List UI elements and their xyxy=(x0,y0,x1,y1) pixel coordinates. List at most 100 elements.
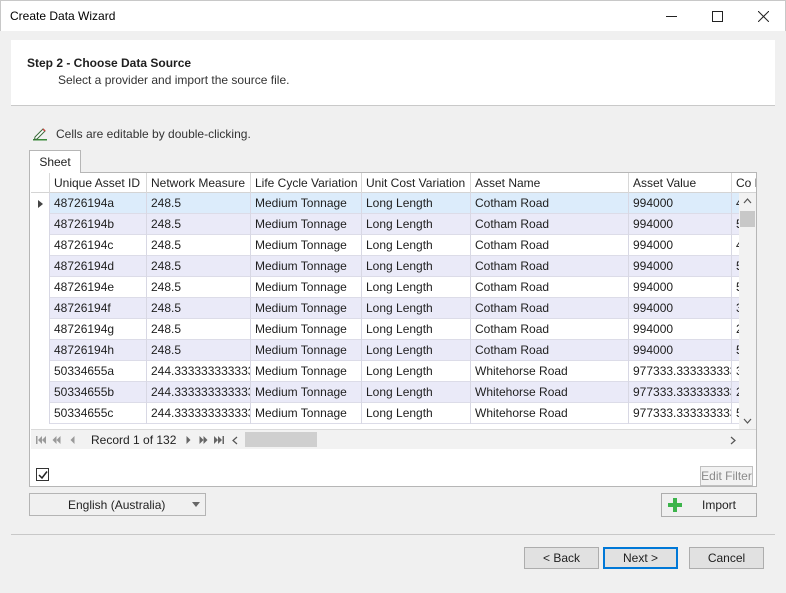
table-row[interactable]: 48726194a 248.5 Medium Tonnage Long Length C… xyxy=(31,193,739,214)
table-cell[interactable]: 248.5 xyxy=(147,340,251,361)
table-cell[interactable]: 994000 xyxy=(629,235,732,256)
close-button[interactable] xyxy=(740,1,786,31)
table-cell[interactable]: 994000 xyxy=(629,298,732,319)
horizontal-scrollbar-thumb[interactable] xyxy=(245,432,317,447)
table-cell[interactable]: 994000 xyxy=(629,340,732,361)
edit-filter-button[interactable]: Edit Filter xyxy=(700,466,753,486)
table-row[interactable]: 48726194c 248.5 Medium Tonnage Long Length C… xyxy=(31,235,739,256)
row-indicator[interactable] xyxy=(31,277,50,298)
table-cell[interactable]: 5 xyxy=(732,340,739,361)
table-cell[interactable]: Medium Tonnage xyxy=(251,382,362,403)
table-cell[interactable]: Cotham Road xyxy=(471,277,629,298)
vertical-scrollbar[interactable] xyxy=(739,193,756,429)
column-header[interactable]: Asset Name xyxy=(471,173,629,193)
table-cell[interactable]: Whitehorse Road xyxy=(471,403,629,424)
table-cell[interactable]: Long Length xyxy=(362,277,471,298)
table-row[interactable]: 50334655a 244.333333333333 Medium Tonnage L… xyxy=(31,361,739,382)
table-cell[interactable]: 5 xyxy=(732,256,739,277)
table-cell[interactable]: 3 xyxy=(732,298,739,319)
scroll-up-icon[interactable] xyxy=(739,193,756,209)
table-cell[interactable]: 248.5 xyxy=(147,214,251,235)
scroll-right-icon[interactable] xyxy=(725,431,741,449)
table-cell[interactable]: Long Length xyxy=(362,193,471,214)
table-cell[interactable]: 48726194d xyxy=(50,256,147,277)
table-cell[interactable]: 48726194f xyxy=(50,298,147,319)
table-cell[interactable]: 248.5 xyxy=(147,298,251,319)
scrollbar-thumb[interactable] xyxy=(740,211,755,227)
row-indicator[interactable] xyxy=(31,298,50,319)
table-cell[interactable]: 2 xyxy=(732,319,739,340)
table-cell[interactable]: Long Length xyxy=(362,403,471,424)
table-row[interactable]: 48726194b 248.5 Medium Tonnage Long Length C… xyxy=(31,214,739,235)
table-cell[interactable]: 977333.333333333 xyxy=(629,361,732,382)
table-cell[interactable]: 994000 xyxy=(629,256,732,277)
table-cell[interactable]: 50334655c xyxy=(50,403,147,424)
table-cell[interactable]: Medium Tonnage xyxy=(251,256,362,277)
table-cell[interactable]: Long Length xyxy=(362,256,471,277)
maximize-button[interactable] xyxy=(694,1,740,31)
last-record-icon[interactable] xyxy=(211,431,227,449)
row-indicator[interactable] xyxy=(31,235,50,256)
table-cell[interactable]: 48726194a xyxy=(50,193,147,214)
filter-checkbox[interactable] xyxy=(36,468,49,481)
column-header[interactable]: Asset Value xyxy=(629,173,732,193)
table-cell[interactable]: 994000 xyxy=(629,319,732,340)
next-page-icon[interactable] xyxy=(195,431,211,449)
table-cell[interactable]: Medium Tonnage xyxy=(251,319,362,340)
first-record-icon[interactable] xyxy=(33,431,49,449)
table-cell[interactable]: 994000 xyxy=(629,193,732,214)
table-cell[interactable]: 4 xyxy=(732,193,739,214)
column-header[interactable]: Co F xyxy=(732,173,756,193)
table-cell[interactable]: 248.5 xyxy=(147,256,251,277)
table-cell[interactable]: Medium Tonnage xyxy=(251,214,362,235)
table-row[interactable]: 48726194h 248.5 Medium Tonnage Long Length C… xyxy=(31,340,739,361)
table-cell[interactable]: Medium Tonnage xyxy=(251,193,362,214)
table-cell[interactable]: 48726194g xyxy=(50,319,147,340)
table-cell[interactable]: Long Length xyxy=(362,214,471,235)
table-cell[interactable]: Whitehorse Road xyxy=(471,361,629,382)
language-select[interactable]: English (Australia) xyxy=(29,493,206,516)
table-cell[interactable]: 977333.333333333 xyxy=(629,382,732,403)
row-indicator[interactable] xyxy=(31,214,50,235)
row-indicator[interactable] xyxy=(31,361,50,382)
column-header[interactable]: Network Measure xyxy=(147,173,251,193)
table-cell[interactable]: Cotham Road xyxy=(471,298,629,319)
table-row[interactable]: 48726194d 248.5 Medium Tonnage Long Length C… xyxy=(31,256,739,277)
table-cell[interactable]: Long Length xyxy=(362,361,471,382)
prev-page-icon[interactable] xyxy=(48,431,64,449)
table-cell[interactable]: Long Length xyxy=(362,319,471,340)
table-cell[interactable]: 248.5 xyxy=(147,193,251,214)
table-cell[interactable]: 977333.333333333 xyxy=(629,403,732,424)
table-cell[interactable]: Cotham Road xyxy=(471,256,629,277)
row-indicator[interactable] xyxy=(31,193,50,214)
table-cell[interactable]: 2 xyxy=(732,382,739,403)
table-cell[interactable]: 244.333333333333 xyxy=(147,403,251,424)
table-cell[interactable]: 5 xyxy=(732,277,739,298)
table-cell[interactable]: Cotham Road xyxy=(471,193,629,214)
column-header[interactable]: Life Cycle Variation xyxy=(251,173,362,193)
row-indicator[interactable] xyxy=(31,382,50,403)
table-cell[interactable]: Cotham Road xyxy=(471,340,629,361)
table-cell[interactable]: Medium Tonnage xyxy=(251,361,362,382)
back-button[interactable]: < Back xyxy=(524,547,599,569)
table-row[interactable]: 48726194f 248.5 Medium Tonnage Long Length C… xyxy=(31,298,739,319)
table-cell[interactable]: 244.333333333333 xyxy=(147,382,251,403)
table-row[interactable]: 50334655c 244.333333333333 Medium Tonnage L… xyxy=(31,403,739,424)
table-cell[interactable]: 5 xyxy=(732,403,739,424)
table-cell[interactable]: 50334655a xyxy=(50,361,147,382)
row-indicator[interactable] xyxy=(31,340,50,361)
table-cell[interactable]: 3 xyxy=(732,361,739,382)
column-header[interactable]: Unique Asset ID xyxy=(50,173,147,193)
table-cell[interactable]: 48726194h xyxy=(50,340,147,361)
table-cell[interactable]: Medium Tonnage xyxy=(251,298,362,319)
table-cell[interactable]: 48726194b xyxy=(50,214,147,235)
table-cell[interactable]: 48726194e xyxy=(50,277,147,298)
table-cell[interactable]: Long Length xyxy=(362,235,471,256)
scroll-down-icon[interactable] xyxy=(739,413,756,429)
tab-sheet[interactable]: Sheet xyxy=(29,150,81,173)
prev-record-icon[interactable] xyxy=(64,431,80,449)
table-cell[interactable]: Cotham Road xyxy=(471,319,629,340)
table-row[interactable]: 48726194g 248.5 Medium Tonnage Long Length C… xyxy=(31,319,739,340)
table-cell[interactable]: 4 xyxy=(732,235,739,256)
import-button[interactable]: Import xyxy=(661,493,757,517)
